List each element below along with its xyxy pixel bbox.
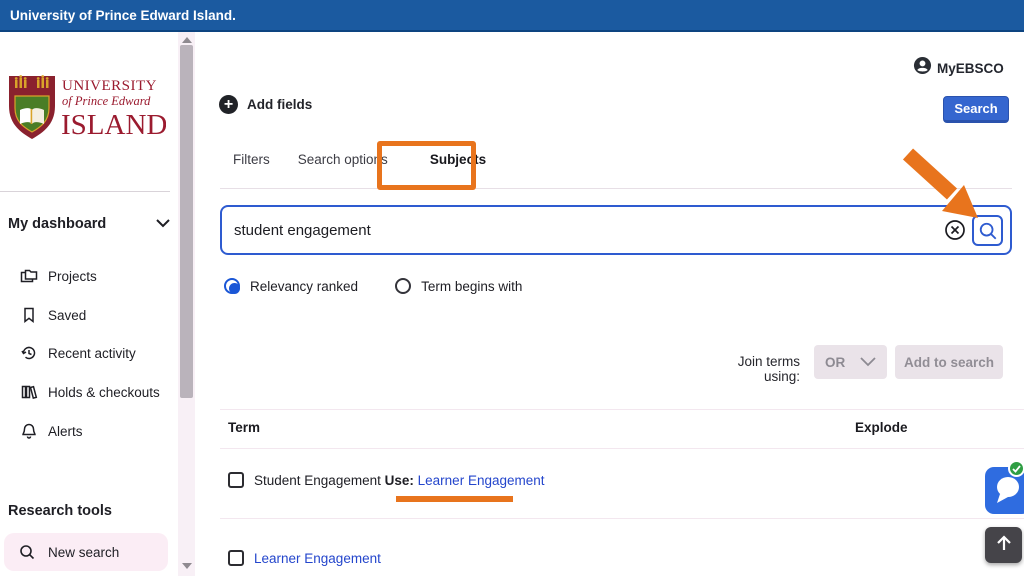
chat-button[interactable] [985,467,1024,514]
column-header-term: Term [228,420,260,435]
join-terms-label: Join terms using: [698,354,800,384]
svg-text:of Prince Edward: of Prince Edward [62,94,151,108]
scroll-to-top-button[interactable] [985,527,1022,563]
history-icon [20,344,38,362]
radio-label: Relevancy ranked [250,279,358,294]
folder-icon [20,267,38,285]
subject-search-input[interactable] [234,209,934,251]
my-dashboard-label: My dashboard [8,216,106,232]
term-text: Learner Engagement [254,551,381,566]
account-button[interactable]: MyEBSCO [913,56,1004,80]
table-top-divider [220,409,1024,410]
scrollbar-down-arrow[interactable] [182,563,192,569]
radio-relevancy-ranked[interactable]: Relevancy ranked [224,278,358,294]
column-header-explode: Explode [855,420,908,435]
tab-underline [220,188,1012,189]
sidebar-item-label: Alerts [48,424,83,439]
tab-filters[interactable]: Filters [233,152,270,167]
tab-bar: Filters Search options Subjects [233,152,486,167]
use-label: Use: [385,473,414,488]
institution-title: University of Prince Edward Island. [10,8,236,23]
join-operator-select[interactable]: OR [814,345,887,379]
term-text: Student Engagement Use: Learner Engageme… [254,473,545,488]
operator-value: OR [825,355,845,370]
svg-text:ISLAND: ISLAND [61,109,166,141]
search-submit-button[interactable]: Search [943,96,1009,123]
tab-search-options[interactable]: Search options [298,152,388,167]
upei-logo: UNIVERSITY of Prince Edward ISLAND [6,72,166,150]
sidebar-item-holds-checkouts[interactable]: Holds & checkouts [0,379,176,405]
radio-term-begins-with[interactable]: Term begins with [395,278,522,294]
chat-online-badge [1008,460,1024,477]
subject-search-box [220,205,1012,255]
arrow-up-icon [994,533,1014,558]
term-label: Student Engagement [254,473,381,488]
sidebar-my-dashboard[interactable]: My dashboard [8,212,170,236]
add-fields-label: Add fields [247,97,312,112]
add-to-search-label: Add to search [904,355,994,370]
magnifier-button[interactable] [972,215,1003,246]
radio-unselected-icon [395,278,411,294]
table-header-divider [220,448,1024,449]
account-label: MyEBSCO [937,61,1004,76]
table-row: Learner Engagement [228,550,381,566]
sidebar-item-label: Saved [48,308,86,323]
add-fields-button[interactable]: + Add fields [219,95,312,114]
row-checkbox[interactable] [228,472,244,488]
ebsco-search-page: University of Prince Edward Island. UNIV… [0,0,1024,576]
bell-icon [20,422,38,440]
sidebar-item-recent-activity[interactable]: Recent activity [0,340,176,366]
search-button-label: Search [954,101,997,116]
tab-subjects[interactable]: Subjects [430,152,486,167]
sidebar-scrollbar[interactable] [178,32,195,576]
books-icon [20,383,38,401]
sort-options: Relevancy ranked Term begins with [224,278,522,294]
search-icon [18,543,36,561]
sidebar-item-label: Projects [48,269,97,284]
sidebar-item-new-search[interactable]: New search [4,533,168,571]
scrollbar-thumb[interactable] [180,45,193,398]
bookmark-icon [20,306,38,324]
user-icon [913,56,932,80]
sidebar: UNIVERSITY of Prince Edward ISLAND My da… [0,32,178,576]
clear-search-icon[interactable] [944,219,966,241]
chevron-down-icon [156,215,170,233]
sidebar-item-alerts[interactable]: Alerts [0,418,176,444]
add-to-search-button[interactable]: Add to search [895,345,1003,379]
table-row: Student Engagement Use: Learner Engageme… [228,472,545,488]
term-link[interactable]: Learner Engagement [254,551,381,566]
research-tools-heading: Research tools [8,503,112,519]
use-term-link[interactable]: Learner Engagement [418,473,545,488]
plus-circle-icon: + [219,95,238,114]
scrollbar-up-arrow[interactable] [182,37,192,43]
svg-text:UNIVERSITY: UNIVERSITY [62,78,157,94]
sidebar-item-projects[interactable]: Projects [0,263,176,289]
sidebar-divider [0,191,170,192]
radio-selected-icon [224,278,240,294]
sidebar-item-label: New search [48,545,119,560]
radio-label: Term begins with [421,279,522,294]
row-checkbox[interactable] [228,550,244,566]
sidebar-item-label: Recent activity [48,346,136,361]
chevron-down-icon [860,355,876,370]
sidebar-item-saved[interactable]: Saved [0,302,176,328]
annotation-underline-link [396,496,513,502]
row-divider [220,518,1024,519]
sidebar-item-label: Holds & checkouts [48,385,160,400]
top-institution-bar: University of Prince Edward Island. [0,0,1024,32]
